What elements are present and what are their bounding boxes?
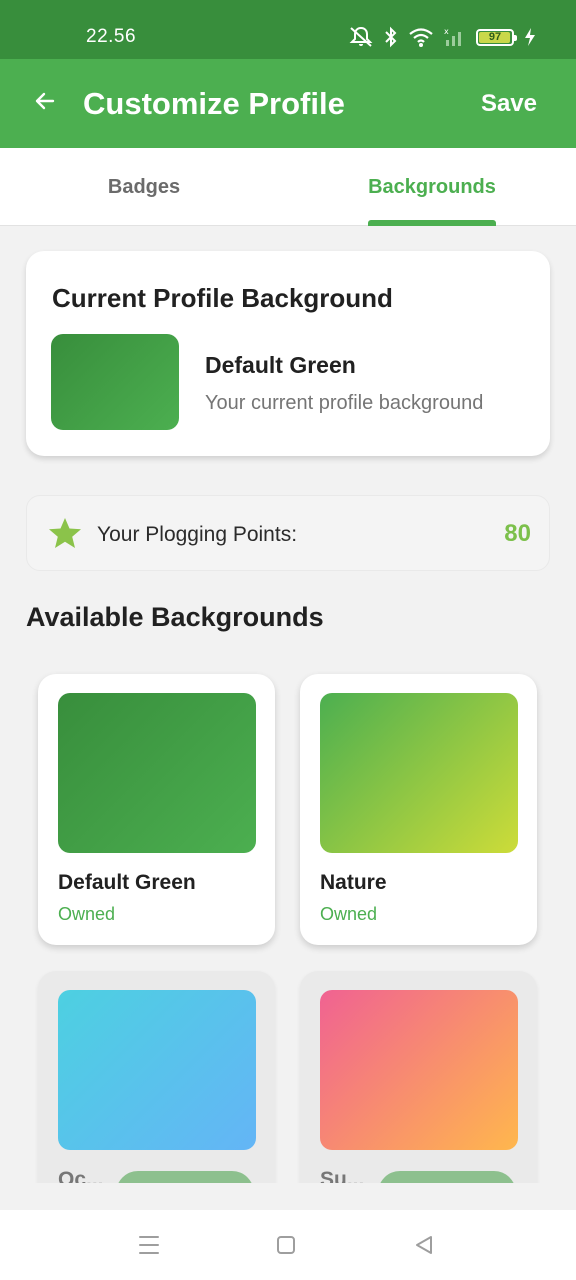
- background-preview: [320, 990, 518, 1150]
- current-background-name: Default Green: [205, 352, 356, 378]
- background-status: Owned: [320, 904, 378, 924]
- bluetooth-icon: [384, 26, 398, 48]
- background-card-nature[interactable]: Nature Owned: [300, 674, 537, 945]
- battery-icon: 97: [476, 28, 517, 46]
- background-preview: [58, 990, 256, 1150]
- points-value: 80: [504, 520, 531, 547]
- background-card-sunset[interactable]: Su...: [300, 971, 537, 1183]
- tab-bar: Badges Backgrounds: [0, 148, 576, 226]
- current-background-description: Your current profile background: [205, 392, 484, 414]
- tab-backgrounds[interactable]: Backgrounds: [288, 148, 576, 226]
- background-card-ocean[interactable]: Oc...: [38, 971, 275, 1183]
- app-bar: Customize Profile Save: [0, 59, 576, 148]
- background-name: Su...: [320, 1168, 365, 1183]
- points-label: Your Plogging Points:: [97, 523, 298, 546]
- tab-badges[interactable]: Badges: [0, 148, 288, 226]
- status-time: 22.56: [86, 26, 137, 47]
- back-button[interactable]: [30, 85, 60, 121]
- menu-icon[interactable]: [135, 1232, 163, 1258]
- background-preview: [58, 693, 256, 853]
- backgrounds-grid[interactable]: Default Green Owned Nature Owned Oc... S…: [0, 650, 576, 1183]
- charging-icon: [524, 27, 536, 47]
- svg-text:x: x: [444, 27, 449, 36]
- background-status: Owned: [58, 904, 116, 924]
- background-name: Oc...: [58, 1168, 104, 1183]
- notifications-muted-icon: [348, 25, 374, 49]
- status-bar: 22.56 x 97: [0, 0, 576, 59]
- purchase-button[interactable]: [378, 1171, 516, 1183]
- purchase-button[interactable]: [116, 1171, 254, 1183]
- battery-level: 97: [488, 30, 502, 43]
- background-card-default-green[interactable]: Default Green Owned: [38, 674, 275, 945]
- system-nav-bar: [0, 1210, 576, 1280]
- background-name: Nature: [320, 871, 387, 894]
- status-icons: x 97: [348, 24, 536, 50]
- wifi-icon: [408, 26, 434, 48]
- back-triangle-icon[interactable]: [410, 1232, 438, 1258]
- background-preview: [320, 693, 518, 853]
- current-background-preview: [51, 334, 179, 430]
- current-background-title: Current Profile Background: [52, 283, 393, 313]
- page-title: Customize Profile: [83, 86, 345, 121]
- points-card: Your Plogging Points: 80: [26, 495, 550, 571]
- background-name: Default Green: [58, 871, 196, 894]
- available-backgrounds-title: Available Backgrounds: [26, 602, 324, 632]
- battery-tip: [514, 34, 517, 41]
- signal-icon: x: [444, 26, 466, 48]
- save-button[interactable]: Save: [481, 90, 537, 118]
- arrow-left-icon: [35, 92, 55, 115]
- current-background-card: Current Profile Background Default Green…: [26, 251, 550, 456]
- tab-indicator: [368, 220, 496, 226]
- home-square-icon[interactable]: [272, 1232, 300, 1258]
- star-icon: [48, 517, 82, 554]
